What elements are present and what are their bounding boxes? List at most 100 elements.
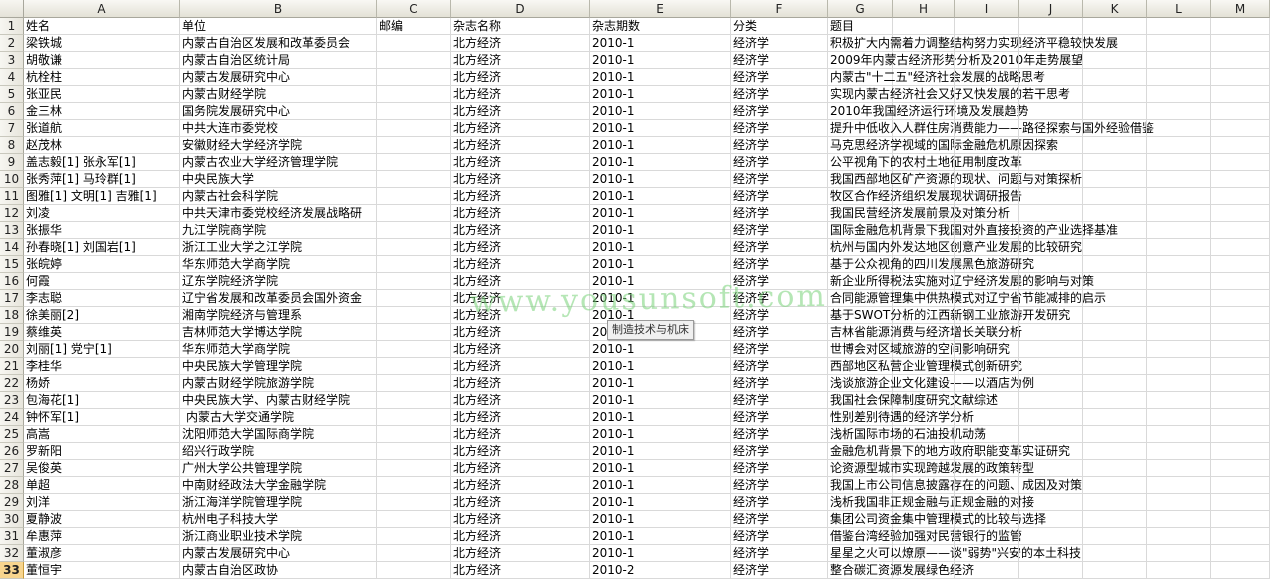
row-header[interactable]: 21 <box>0 358 24 375</box>
cell-j9[interactable] <box>1019 154 1083 171</box>
cell-f7[interactable]: 经济学 <box>731 120 828 137</box>
cell-f9[interactable]: 经济学 <box>731 154 828 171</box>
cell-g22[interactable]: 浅谈旅游企业文化建设——以酒店为例 <box>828 375 1034 392</box>
cell-a26[interactable]: 罗新阳 <box>24 443 180 460</box>
cell-i3[interactable] <box>955 52 1019 69</box>
cell-j22[interactable] <box>1019 375 1083 392</box>
cell-d8[interactable]: 北方经济 <box>451 137 590 154</box>
cell-h31[interactable] <box>893 528 955 545</box>
row-header[interactable]: 20 <box>0 341 24 358</box>
cell-a17[interactable]: 李志聪 <box>24 290 180 307</box>
cell-h7[interactable] <box>893 120 955 137</box>
cell-j10[interactable] <box>1019 171 1083 188</box>
cell-m24[interactable] <box>1211 409 1270 426</box>
cell-b19[interactable]: 吉林师范大学博达学院 <box>180 324 377 341</box>
cell-f17[interactable]: 经济学 <box>731 290 828 307</box>
cell-j2[interactable] <box>1019 35 1083 52</box>
cell-f12[interactable]: 经济学 <box>731 205 828 222</box>
cell-h6[interactable] <box>893 103 955 120</box>
cell-a30[interactable]: 夏静波 <box>24 511 180 528</box>
cell-m20[interactable] <box>1211 341 1270 358</box>
cell-i29[interactable] <box>955 494 1019 511</box>
cell-m22[interactable] <box>1211 375 1270 392</box>
cell-d11[interactable]: 北方经济 <box>451 188 590 205</box>
cell-b10[interactable]: 中央民族大学 <box>180 171 377 188</box>
cell-g18[interactable]: 基于SWOT分析的江西新钢工业旅游开发研究 <box>828 307 1070 324</box>
row-header[interactable]: 17 <box>0 290 24 307</box>
cell-f20[interactable]: 经济学 <box>731 341 828 358</box>
cell-g11[interactable]: 牧区合作经济组织发展现状调研报告 <box>828 188 1022 205</box>
cell-i17[interactable] <box>955 290 1019 307</box>
cell-c4[interactable] <box>377 69 451 86</box>
cell-e29[interactable]: 2010-1 <box>590 494 731 511</box>
cell-g26[interactable]: 金融危机背景下的地方政府职能变革实证研究 <box>828 443 1070 460</box>
cell-c23[interactable] <box>377 392 451 409</box>
cell-h20[interactable] <box>893 341 955 358</box>
cell-c27[interactable] <box>377 460 451 477</box>
cell-b13[interactable]: 九江学院商学院 <box>180 222 377 239</box>
cell-c3[interactable] <box>377 52 451 69</box>
cell-a4[interactable]: 杭栓柱 <box>24 69 180 86</box>
cell-h24[interactable] <box>893 409 955 426</box>
cell-j21[interactable] <box>1019 358 1083 375</box>
cell-j26[interactable] <box>1019 443 1083 460</box>
cell-j29[interactable] <box>1019 494 1083 511</box>
cell-l33[interactable] <box>1147 562 1211 579</box>
cell-g13[interactable]: 国际金融危机背景下我国对外直接投资的产业选择基准 <box>828 222 1118 239</box>
cell-i10[interactable] <box>955 171 1019 188</box>
cell-j3[interactable] <box>1019 52 1083 69</box>
cell-f24[interactable]: 经济学 <box>731 409 828 426</box>
column-header-b[interactable]: B <box>180 0 377 18</box>
cell-j30[interactable] <box>1019 511 1083 528</box>
cell-j24[interactable] <box>1019 409 1083 426</box>
row-header[interactable]: 31 <box>0 528 24 545</box>
cell-d19[interactable]: 北方经济 <box>451 324 590 341</box>
cell-h33[interactable] <box>893 562 955 579</box>
cell-f16[interactable]: 经济学 <box>731 273 828 290</box>
cell-e13[interactable]: 2010-1 <box>590 222 731 239</box>
row-header[interactable]: 27 <box>0 460 24 477</box>
cell-f30[interactable]: 经济学 <box>731 511 828 528</box>
cell-d6[interactable]: 北方经济 <box>451 103 590 120</box>
cell-a32[interactable]: 董淑彦 <box>24 545 180 562</box>
cell-e6[interactable]: 2010-1 <box>590 103 731 120</box>
cell-k19[interactable] <box>1083 324 1147 341</box>
cell-g14[interactable]: 杭州与国内外发达地区创意产业发展的比较研究 <box>828 239 1082 256</box>
cell-a1[interactable]: 姓名 <box>24 18 180 35</box>
cell-c5[interactable] <box>377 86 451 103</box>
cell-h3[interactable] <box>893 52 955 69</box>
cell-f10[interactable]: 经济学 <box>731 171 828 188</box>
cell-a16[interactable]: 何霞 <box>24 273 180 290</box>
row-header[interactable]: 16 <box>0 273 24 290</box>
cell-e14[interactable]: 2010-1 <box>590 239 731 256</box>
row-header[interactable]: 33 <box>0 562 24 579</box>
cell-h27[interactable] <box>893 460 955 477</box>
cell-a25[interactable]: 高嵩 <box>24 426 180 443</box>
cell-l6[interactable] <box>1147 103 1211 120</box>
cell-c10[interactable] <box>377 171 451 188</box>
cell-l28[interactable] <box>1147 477 1211 494</box>
cell-j33[interactable] <box>1019 562 1083 579</box>
cell-l19[interactable] <box>1147 324 1211 341</box>
cell-h4[interactable] <box>893 69 955 86</box>
cell-g27[interactable]: 论资源型城市实现跨越发展的政策转型 <box>828 460 1034 477</box>
column-header-l[interactable]: L <box>1147 0 1211 18</box>
cell-l2[interactable] <box>1147 35 1211 52</box>
cell-j13[interactable] <box>1019 222 1083 239</box>
cell-e28[interactable]: 2010-1 <box>590 477 731 494</box>
cell-a12[interactable]: 刘凌 <box>24 205 180 222</box>
row-header[interactable]: 18 <box>0 307 24 324</box>
cell-l8[interactable] <box>1147 137 1211 154</box>
cell-l31[interactable] <box>1147 528 1211 545</box>
cell-m9[interactable] <box>1211 154 1270 171</box>
cell-g29[interactable]: 浅析我国非正规金融与正规金融的对接 <box>828 494 1034 511</box>
cell-k27[interactable] <box>1083 460 1147 477</box>
cell-a31[interactable]: 牟惠萍 <box>24 528 180 545</box>
cell-d21[interactable]: 北方经济 <box>451 358 590 375</box>
cell-a8[interactable]: 赵茂林 <box>24 137 180 154</box>
cell-l32[interactable] <box>1147 545 1211 562</box>
column-header-g[interactable]: G <box>828 0 893 18</box>
cell-e1[interactable]: 杂志期数 <box>590 18 731 35</box>
cell-e23[interactable]: 2010-1 <box>590 392 731 409</box>
row-header[interactable]: 14 <box>0 239 24 256</box>
